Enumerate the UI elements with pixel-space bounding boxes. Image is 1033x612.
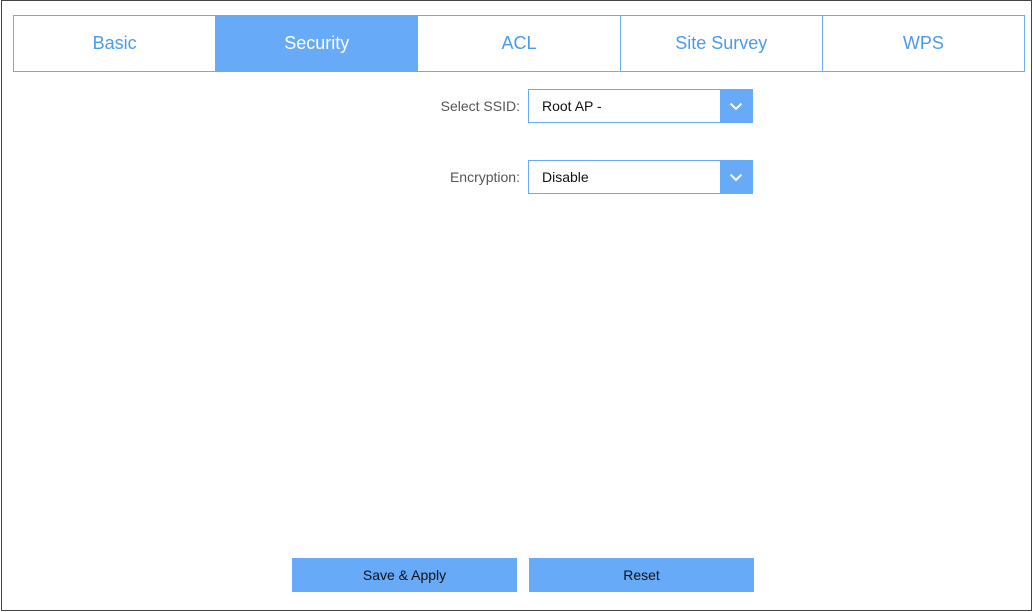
- chevron-down-icon[interactable]: [720, 90, 752, 122]
- reset-button[interactable]: Reset: [529, 558, 754, 592]
- ssid-select-value: Root AP -: [542, 98, 602, 114]
- encryption-select-value: Disable: [542, 169, 589, 185]
- ssid-label: Select SSID:: [440, 98, 520, 114]
- encryption-select[interactable]: Disable: [528, 160, 753, 194]
- tab-acl[interactable]: ACL: [418, 16, 621, 71]
- encryption-label: Encryption:: [449, 169, 520, 185]
- tab-site-survey[interactable]: Site Survey: [620, 16, 823, 71]
- tab-basic[interactable]: Basic: [14, 16, 217, 71]
- tab-bar: Basic Security ACL Site Survey WPS: [13, 15, 1025, 72]
- settings-panel: Basic Security ACL Site Survey WPS Selec…: [1, 0, 1032, 611]
- ssid-select[interactable]: Root AP -: [528, 89, 753, 123]
- save-apply-button[interactable]: Save & Apply: [292, 558, 517, 592]
- ssid-row: Select SSID: Root AP -: [2, 89, 1033, 123]
- tab-wps[interactable]: WPS: [822, 16, 1025, 71]
- encryption-row: Encryption: Disable: [2, 160, 1033, 194]
- chevron-down-icon[interactable]: [720, 161, 752, 193]
- tab-security[interactable]: Security: [216, 16, 419, 71]
